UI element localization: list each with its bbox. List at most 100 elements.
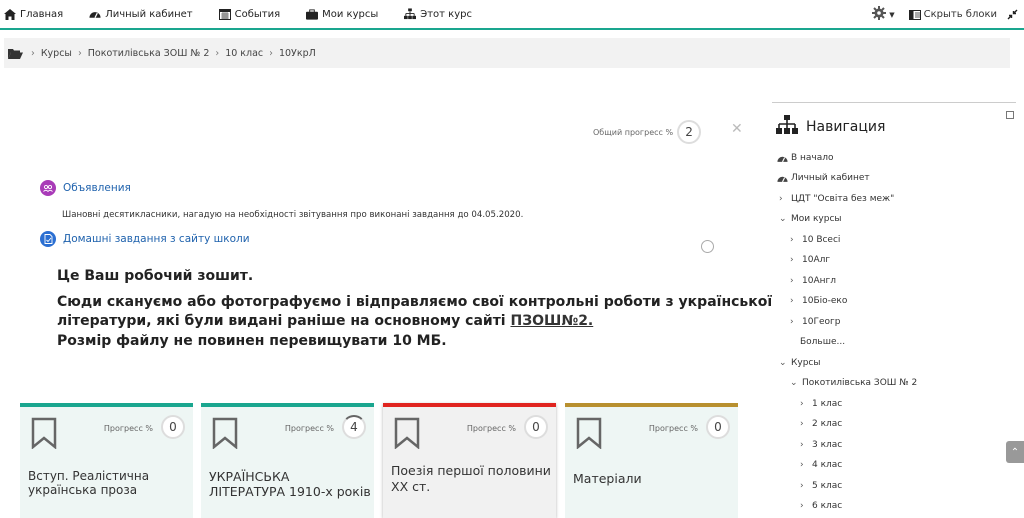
- nav-dashboard-link[interactable]: Личный кабинет: [777, 173, 870, 183]
- nav-course-label: 10Алг: [802, 255, 831, 265]
- section-card[interactable]: Прогресс % 0 Вступ. Реалістична українсь…: [20, 403, 193, 518]
- settings-menu[interactable]: ▼: [872, 6, 895, 23]
- dashboard-icon: [777, 154, 788, 163]
- card-title-line-1: Вступ. Реалістична: [28, 469, 150, 483]
- bookmark-icon: [394, 417, 420, 453]
- card-color-bar: [565, 403, 738, 407]
- nav-grade-label: 6 клас: [812, 501, 843, 511]
- nav-dashboard[interactable]: Личный кабинет: [89, 8, 193, 20]
- chevron-down-icon: ⌄: [779, 214, 787, 224]
- nav-events[interactable]: События: [218, 8, 280, 20]
- card-progress-label: Прогресс %: [103, 424, 153, 433]
- school-site-link[interactable]: ПЗОШ№2.: [510, 313, 593, 329]
- nav-course-label: 10Геогр: [802, 317, 841, 327]
- bookmark-icon: [212, 417, 238, 453]
- hide-blocks-label: Скрыть блоки: [923, 9, 997, 20]
- nav-grade-item[interactable]: › 3 клас: [800, 440, 842, 450]
- nav-this-course-label: Этот курс: [420, 8, 472, 20]
- navigation-block: Навигация В начало Личный кабинет › ЦДТ …: [772, 102, 1016, 518]
- nav-school[interactable]: ⌄ Покотилівська ЗОШ № 2: [790, 378, 917, 388]
- calendar-icon: [218, 8, 231, 20]
- folder-open-icon: [8, 48, 23, 59]
- card-progress-label: Прогресс %: [284, 424, 334, 433]
- minimize-icon[interactable]: [1006, 111, 1014, 119]
- breadcrumb-separator: ›: [77, 47, 82, 59]
- intro-line: Це Ваш робочий зошит.: [57, 268, 254, 284]
- overall-progress: Общий прогресс % 2: [593, 120, 702, 144]
- sitemap-icon: [404, 8, 417, 20]
- announcements-link[interactable]: Объявления: [40, 180, 131, 196]
- nav-course-item[interactable]: › 10Алг: [790, 255, 830, 265]
- chevron-up-icon: ⌃: [1010, 446, 1020, 458]
- hide-blocks-button[interactable]: Скрыть блоки: [908, 9, 997, 20]
- nav-grade-item[interactable]: › 2 клас: [800, 419, 842, 429]
- close-icon[interactable]: ✕: [731, 121, 743, 137]
- chevron-right-icon: ›: [800, 419, 804, 429]
- nav-home[interactable]: Главная: [4, 8, 63, 20]
- nav-course-label: 10Біо-еко: [802, 296, 848, 306]
- nav-this-course[interactable]: Этот курс: [404, 8, 472, 20]
- nav-school-label: Покотилівська ЗОШ № 2: [802, 378, 918, 388]
- caret-down-icon: ▼: [889, 10, 895, 19]
- nav-home-link[interactable]: В начало: [777, 153, 834, 163]
- card-progress-value: 0: [524, 415, 548, 439]
- scroll-to-top-button[interactable]: ⌃: [1006, 441, 1024, 463]
- announcements-label: Объявления: [63, 182, 131, 194]
- breadcrumb-course[interactable]: 10УкрЛ: [279, 48, 316, 59]
- chevron-right-icon: ›: [790, 276, 794, 286]
- instructions-line-2: літератури, які були видані раніше на ос…: [57, 313, 511, 329]
- instructions-paragraph: Сюди скануємо або фотографуємо і відправ…: [57, 293, 772, 331]
- card-title: Поезія першої половини ХХ ст.: [391, 463, 551, 495]
- breadcrumb-separator: ›: [269, 47, 273, 59]
- card-title: Матеріали: [573, 471, 642, 486]
- nav-home-label: Главная: [20, 8, 64, 20]
- nav-course-item[interactable]: › 10 Всесі: [790, 235, 840, 245]
- card-progress-value: 0: [706, 415, 730, 439]
- completion-checkbox[interactable]: [701, 240, 714, 253]
- nav-my-courses[interactable]: ⌄ Мои курсы: [779, 214, 842, 224]
- nav-grade-item[interactable]: › 1 клас: [800, 399, 842, 409]
- breadcrumb-separator: ›: [215, 47, 220, 59]
- breadcrumb: › Курсы › Покотилівська ЗОШ № 2 › 10 кла…: [4, 38, 1010, 68]
- nav-course-item[interactable]: › 10Геогр: [790, 317, 840, 327]
- section-card[interactable]: Прогресс % 0 Матеріали: [565, 403, 738, 518]
- nav-my-courses[interactable]: Мои курсы: [306, 8, 378, 20]
- nav-dashboard-label: Личный кабинет: [105, 8, 193, 20]
- nav-course-item[interactable]: › 10Англ: [790, 276, 836, 286]
- card-progress-value: 4: [342, 415, 366, 439]
- nav-grade-label: 1 клас: [812, 399, 843, 409]
- breadcrumb-grade[interactable]: 10 клас: [225, 48, 263, 59]
- chevron-right-icon: ›: [790, 235, 794, 245]
- chevron-right-icon: ›: [800, 399, 804, 409]
- overall-progress-label: Общий прогресс %: [593, 127, 674, 137]
- compress-icon[interactable]: [1007, 9, 1018, 20]
- section-card[interactable]: Прогресс % 4 УКРАЇНСЬКА ЛІТЕРАТУРА 1910-…: [201, 403, 374, 518]
- section-card[interactable]: Прогресс % 0 Поезія першої половини ХХ с…: [383, 403, 556, 518]
- chevron-right-icon: ›: [800, 460, 804, 470]
- nav-grade-item[interactable]: › 4 клас: [800, 460, 842, 470]
- nav-course-label: 10Англ: [802, 276, 836, 286]
- card-title-line-1: УКРАЇНСЬКА: [209, 469, 290, 484]
- gear-icon: [872, 6, 887, 23]
- nav-courses[interactable]: ⌄ Курсы: [779, 358, 820, 368]
- navigation-header: Навигация: [776, 115, 885, 139]
- nav-cdt-label: ЦДТ "Освіта без меж": [791, 194, 895, 204]
- nav-home-label: В начало: [791, 153, 834, 163]
- card-title-line-2: ЛІТЕРАТУРА 1910-х років: [209, 484, 371, 499]
- nav-grade-item[interactable]: › 5 клас: [800, 481, 842, 491]
- chevron-right-icon: ›: [800, 501, 804, 511]
- nav-course-label: 10 Всесі: [802, 235, 841, 245]
- homework-link[interactable]: Домашні завдання з сайту школи: [40, 231, 250, 247]
- nav-my-courses-label: Мои курсы: [791, 214, 842, 224]
- nav-cdt[interactable]: › ЦДТ "Освіта без меж": [779, 194, 894, 204]
- card-title-line-2: українська проза: [28, 483, 138, 497]
- card-color-bar: [20, 403, 193, 407]
- breadcrumb-school[interactable]: Покотилівська ЗОШ № 2: [88, 48, 210, 59]
- nav-grade-item[interactable]: › 6 клас: [800, 501, 842, 511]
- chevron-right-icon: ›: [779, 194, 783, 204]
- nav-more-link[interactable]: Больше...: [800, 337, 845, 347]
- card-color-bar: [383, 403, 556, 407]
- nav-course-item[interactable]: › 10Біо-еко: [790, 296, 847, 306]
- breadcrumb-courses[interactable]: Курсы: [41, 48, 72, 59]
- navigation-title: Навигация: [806, 119, 886, 135]
